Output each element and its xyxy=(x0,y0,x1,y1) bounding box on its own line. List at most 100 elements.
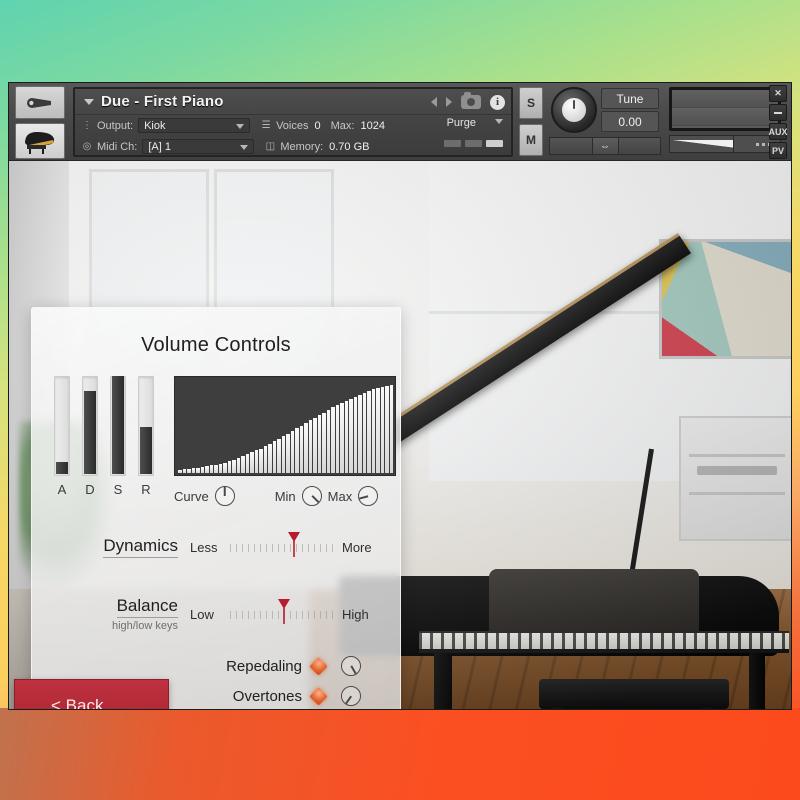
curve-bar xyxy=(196,468,200,473)
curve-bar xyxy=(268,443,272,473)
max-knob-pointer xyxy=(359,495,369,500)
piano-icon[interactable] xyxy=(15,123,65,159)
adsr-sliders: A D S R xyxy=(54,376,164,497)
midi-icon: ◎ xyxy=(82,141,92,152)
next-arrow-icon[interactable] xyxy=(446,97,452,107)
mute-button[interactable]: M xyxy=(519,124,543,156)
curve-bar xyxy=(205,466,209,473)
chevron-down-icon xyxy=(495,119,503,124)
curve-bar xyxy=(295,427,299,473)
release-slider[interactable] xyxy=(138,376,154,476)
voices-icon: ☰ xyxy=(261,120,271,131)
balance-marker[interactable] xyxy=(278,599,291,609)
tune-knob-pointer xyxy=(573,100,575,109)
back-button[interactable]: < Back xyxy=(14,679,169,709)
purge-menu[interactable]: Purge xyxy=(447,117,503,129)
volume-controls-panel: Volume Controls A D S R Curve Min Max Dy… xyxy=(31,307,401,709)
max-group: Max: 1024 xyxy=(331,120,385,132)
dynamics-slider[interactable] xyxy=(230,532,334,557)
curve-bar xyxy=(200,467,204,473)
dynamics-marker[interactable] xyxy=(288,532,301,542)
adsr-labels: A D S R xyxy=(54,482,164,497)
chevron-down-icon[interactable] xyxy=(84,98,94,105)
balance-name: Balance high/low keys xyxy=(32,596,190,632)
tune-knob[interactable] xyxy=(551,87,597,133)
chevron-down-icon xyxy=(236,124,245,129)
overtones-knob[interactable] xyxy=(341,686,361,706)
repedaling-led[interactable] xyxy=(309,656,328,676)
overtones-knob-pointer xyxy=(345,695,352,704)
release-fill xyxy=(140,426,152,474)
repedaling-knob-pointer xyxy=(350,665,357,675)
curve-bar xyxy=(232,459,236,473)
balance-slider[interactable] xyxy=(230,599,334,624)
curve-bar xyxy=(371,389,375,473)
info-icon[interactable]: i xyxy=(490,94,505,110)
attack-slider[interactable] xyxy=(54,376,70,476)
velocity-curve-display[interactable] xyxy=(174,376,396,476)
sustain-slider[interactable] xyxy=(110,376,126,476)
output-select[interactable]: Kiok xyxy=(138,118,251,133)
output-value: Kiok xyxy=(144,119,166,132)
overtones-control: Overtones xyxy=(192,686,367,706)
camera-icon[interactable] xyxy=(461,92,481,109)
curve-bar xyxy=(322,412,326,473)
min-knob[interactable] xyxy=(301,486,322,506)
curve-bar xyxy=(187,469,191,473)
max-knob[interactable] xyxy=(358,486,379,506)
curve-bar xyxy=(241,456,245,473)
curve-knob[interactable] xyxy=(214,486,235,506)
pv-button[interactable]: PV xyxy=(769,142,787,159)
header-icon-column xyxy=(15,86,67,163)
curve-bar xyxy=(362,393,366,473)
pan-row[interactable]: ⇔ xyxy=(549,137,661,155)
curve-bar xyxy=(281,436,285,473)
output-label: Output: xyxy=(97,119,134,132)
dynamics-min-label: Less xyxy=(190,539,218,555)
pan-left-cell[interactable] xyxy=(550,138,593,154)
adsr-slider-row xyxy=(54,376,164,476)
wrench-icon[interactable] xyxy=(15,86,65,119)
balance-title: Balance xyxy=(116,596,178,618)
curve-bar xyxy=(317,414,321,473)
curve-bar xyxy=(344,400,348,473)
tune-value[interactable]: 0.00 xyxy=(601,111,659,132)
repedaling-knob[interactable] xyxy=(341,656,361,676)
midi-value: [A] 1 xyxy=(148,140,171,153)
solo-button[interactable]: S xyxy=(519,87,543,119)
memory-value: 0.70 GB xyxy=(329,140,370,153)
decay-slider[interactable] xyxy=(82,376,98,476)
curve-bar xyxy=(209,465,213,473)
pan-right-cell[interactable] xyxy=(618,138,660,154)
midi-label: Midi Ch: xyxy=(97,140,138,153)
instrument-header-strip: Due - First Piano i ⋮ Output: Kiok ☰ Voi… xyxy=(73,87,513,157)
curve-bar xyxy=(313,417,317,473)
prev-arrow-icon[interactable] xyxy=(431,97,437,107)
volume-fader[interactable] xyxy=(670,136,734,152)
max-label: Max: xyxy=(330,119,355,132)
solo-mute-column: S M xyxy=(519,87,545,161)
screen-background: Due - First Piano i ⋮ Output: Kiok ☰ Voi… xyxy=(0,0,800,800)
minimize-icon[interactable] xyxy=(769,104,787,121)
curve-bar xyxy=(380,386,384,473)
memory-group: ◫ Memory: 0.70 GB xyxy=(264,140,370,153)
close-icon[interactable]: ✕ xyxy=(769,85,787,102)
midi-channel-select[interactable]: [A] 1 xyxy=(142,139,255,154)
dynamics-name: Dynamics xyxy=(32,536,190,558)
chevron-down-icon xyxy=(240,145,249,150)
curve-bar xyxy=(214,464,218,473)
tune-knob-cap xyxy=(562,98,586,122)
aux-button[interactable]: AUX xyxy=(769,123,788,140)
min-label: Min xyxy=(274,488,296,504)
balance-min-label: Low xyxy=(190,606,214,622)
instrument-name: Due - First Piano xyxy=(101,93,224,110)
overtones-led[interactable] xyxy=(309,686,328,706)
curve-bar xyxy=(335,405,339,473)
dynamics-title: Dynamics xyxy=(103,536,178,558)
volume-slider[interactable] xyxy=(669,135,781,153)
pan-center-icon[interactable]: ⇔ xyxy=(592,138,619,154)
curve-bar xyxy=(286,433,290,473)
curve-bar xyxy=(178,470,182,473)
decay-label: D xyxy=(85,482,95,497)
max-label: Max xyxy=(327,488,353,504)
